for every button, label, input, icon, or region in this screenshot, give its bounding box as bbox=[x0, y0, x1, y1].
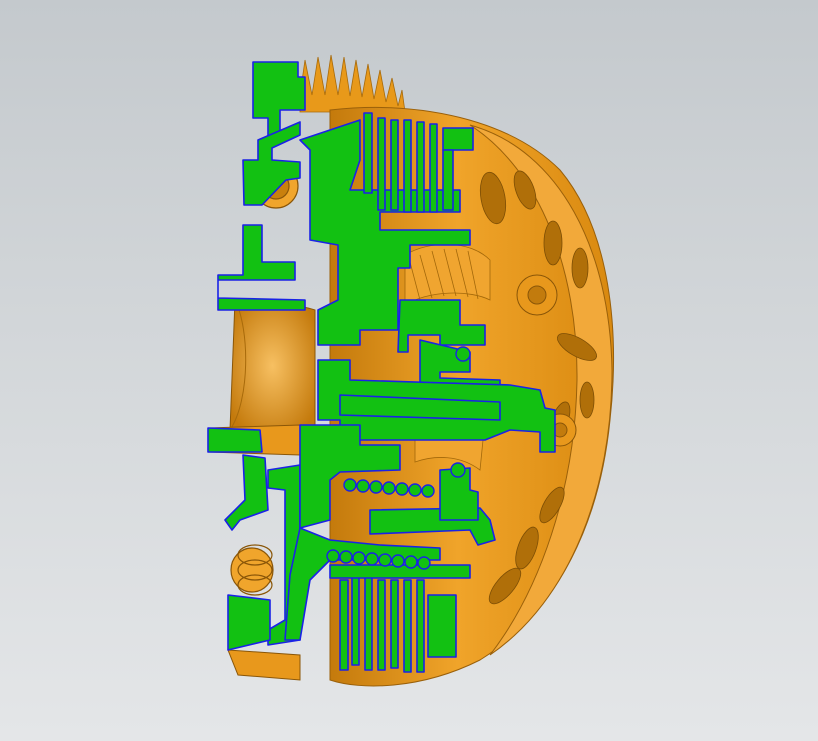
ring-gear-teeth bbox=[299, 54, 406, 113]
lower-spring bbox=[230, 544, 274, 596]
cad-viewport[interactable] bbox=[0, 0, 818, 741]
clutch-section-model[interactable] bbox=[0, 0, 818, 741]
